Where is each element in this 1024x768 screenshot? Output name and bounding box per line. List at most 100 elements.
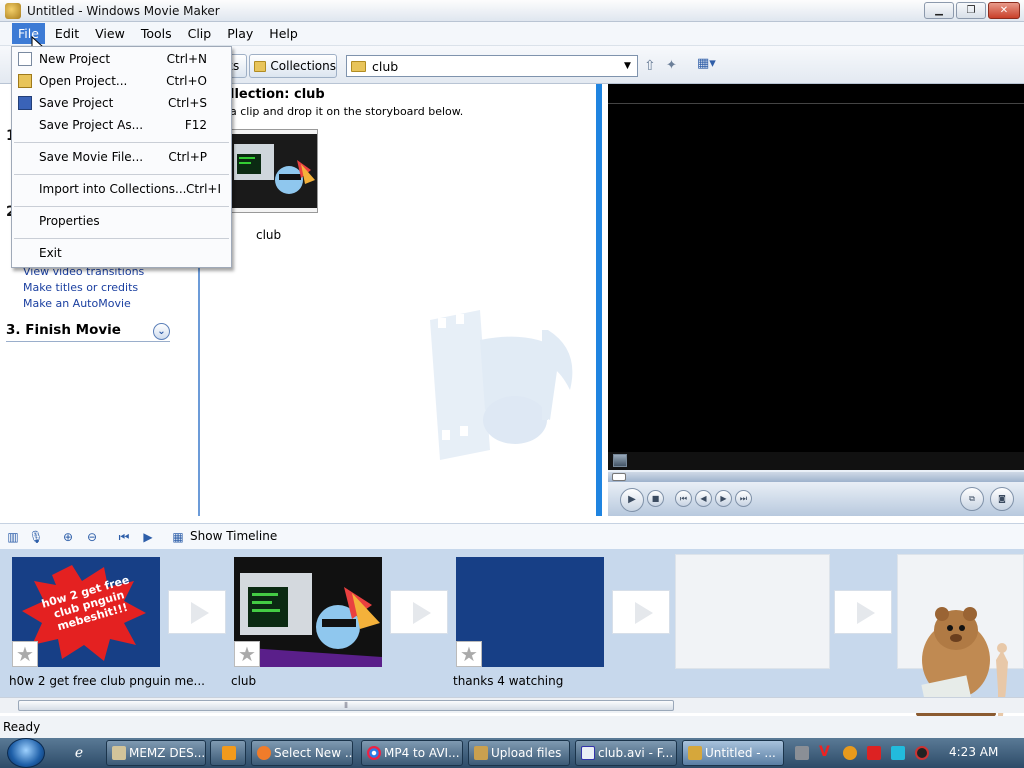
scrollbar-thumb[interactable]: ⦀ <box>18 700 674 711</box>
movie-maker-app-icon[interactable] <box>5 2 21 19</box>
taskbar-movie-maker-button[interactable]: Untitled - ... <box>682 740 784 766</box>
status-text: Ready <box>3 720 41 734</box>
views-menu-icon[interactable]: ▦▾ <box>697 56 725 74</box>
storyboard-clip[interactable]: ★ <box>234 557 382 667</box>
taskbar-mp4-to-avi-button[interactable]: MP4 to AVI... <box>361 740 463 766</box>
storyboard-clip[interactable]: h0w 2 get free club pnguin mebeshit!!! ★ <box>12 557 160 667</box>
taskbar-media-button[interactable] <box>210 740 246 766</box>
collection-title: llection: club <box>230 87 325 102</box>
storyboard-clip-label: h0w 2 get free club pnguin me... <box>9 674 205 688</box>
menu-item-exit[interactable]: Exit <box>12 242 231 264</box>
new-collection-folder-icon[interactable]: ✦ <box>666 58 682 74</box>
make-titles-link[interactable]: Make titles or credits <box>23 281 138 294</box>
menu-item-shortcut: Ctrl+O <box>166 74 207 88</box>
taskbar-upload-files-button[interactable]: Upload files <box>468 740 570 766</box>
next-frame-icon[interactable]: ⏭ <box>735 490 752 507</box>
expand-chevron-icon[interactable]: ⌄ <box>153 323 170 340</box>
preview-monitor: ▶ ■ ⏮ ◀ ▶ ⏭ ⧉ ◙ <box>608 84 1024 516</box>
maximize-button[interactable]: ❐ <box>956 2 986 19</box>
close-button[interactable]: ✕ <box>988 2 1020 19</box>
antivirus-v-icon[interactable]: V <box>819 744 833 760</box>
monitor-status-strip <box>608 452 1024 470</box>
collection-dropdown[interactable]: club ▼ <box>346 55 638 77</box>
up-one-level-icon[interactable]: ⇧ <box>644 58 660 74</box>
title-bar: Untitled - Windows Movie Maker ▁ ❐ ✕ <box>0 0 1024 22</box>
finish-movie-section[interactable]: 3. Finish Movie ⌄ <box>6 322 170 342</box>
windows-taskbar: ℯ MEMZ DES... Select New ... MP4 to AVI.… <box>0 738 1024 768</box>
network-icon[interactable] <box>891 746 905 760</box>
menu-item-label: Exit <box>39 246 62 260</box>
menu-item-save-project[interactable]: Save Project Ctrl+S <box>12 92 231 114</box>
transition-slot[interactable] <box>834 590 892 634</box>
storyboard-scrollbar[interactable]: ⦀ <box>0 697 1024 713</box>
menu-view[interactable]: View <box>89 23 131 44</box>
internet-explorer-icon[interactable]: ℯ <box>70 744 88 762</box>
transition-slot[interactable] <box>612 590 670 634</box>
media-player-icon <box>222 746 236 760</box>
collection-clip-label: club <box>256 228 282 242</box>
collection-clip-thumbnail[interactable] <box>230 129 318 213</box>
video-effects-star-icon[interactable]: ★ <box>12 641 38 667</box>
take-picture-icon[interactable]: ◙ <box>990 487 1014 511</box>
flag-icon[interactable] <box>867 746 881 760</box>
transition-slot[interactable] <box>390 590 448 634</box>
storyboard-clip[interactable]: ★ <box>456 557 604 667</box>
menu-item-save-movie-file[interactable]: Save Movie File... Ctrl+P <box>12 146 231 168</box>
seek-bar-thumb[interactable] <box>612 473 626 481</box>
clock[interactable]: 4:23 AM <box>949 745 998 759</box>
taskbar-button-label: club.avi - F... <box>598 746 674 760</box>
playback-controls: ▶ ■ ⏮ ◀ ▶ ⏭ ⧉ ◙ <box>608 482 1024 516</box>
narrate-microphone-icon[interactable]: 🎙 <box>28 529 44 545</box>
zoom-out-icon[interactable]: ⊖ <box>84 529 100 545</box>
chevron-down-icon[interactable]: ▼ <box>620 58 635 74</box>
menu-clip[interactable]: Clip <box>182 23 218 44</box>
menu-tools[interactable]: Tools <box>135 23 178 44</box>
step-forward-icon[interactable]: ▶ <box>715 490 732 507</box>
show-timeline-button[interactable]: Show Timeline <box>190 529 277 543</box>
menu-item-open-project[interactable]: Open Project... Ctrl+O <box>12 70 231 92</box>
stop-icon[interactable]: ■ <box>647 490 664 507</box>
menu-item-shortcut: Ctrl+N <box>166 52 207 66</box>
taskbar-memz-button[interactable]: MEMZ DES... <box>106 740 206 766</box>
menu-help[interactable]: Help <box>263 23 304 44</box>
previous-frame-icon[interactable]: ⏮ <box>675 490 692 507</box>
new-project-icon <box>18 52 32 66</box>
detach-monitor-icon[interactable] <box>613 454 627 467</box>
rewind-storyboard-icon[interactable]: ⏮ <box>116 529 132 545</box>
menu-separator <box>14 174 229 175</box>
collections-button[interactable]: Collections <box>249 54 337 78</box>
zoom-in-icon[interactable]: ⊕ <box>60 529 76 545</box>
play-icon[interactable]: ▶ <box>620 488 644 512</box>
menu-item-import-into-collections[interactable]: Import into Collections... Ctrl+I <box>12 178 231 200</box>
split-clip-icon[interactable]: ⧉ <box>960 487 984 511</box>
menu-edit[interactable]: Edit <box>49 23 85 44</box>
video-effects-star-icon[interactable]: ★ <box>234 641 260 667</box>
seek-bar[interactable] <box>608 472 1024 482</box>
menu-play[interactable]: Play <box>221 23 259 44</box>
minimize-button[interactable]: ▁ <box>924 2 954 19</box>
menu-item-new-project[interactable]: New Project Ctrl+N <box>12 48 231 70</box>
play-storyboard-icon[interactable]: ▶ <box>140 529 156 545</box>
step-back-icon[interactable]: ◀ <box>695 490 712 507</box>
taskbar-club-avi-button[interactable]: club.avi - F... <box>575 740 677 766</box>
make-automovie-link[interactable]: Make an AutoMovie <box>23 297 131 310</box>
storyboard-view-icon[interactable]: ▥ <box>5 529 21 545</box>
video-preview-screen[interactable] <box>608 104 1024 452</box>
video-effects-star-icon[interactable]: ★ <box>456 641 482 667</box>
collection-instructions: a clip and drop it on the storyboard bel… <box>230 105 464 118</box>
menu-item-shortcut: Ctrl+P <box>168 150 207 164</box>
taskbar-select-new-button[interactable]: Select New ... <box>251 740 353 766</box>
search-tool-icon[interactable] <box>843 746 857 760</box>
tray-app-icon[interactable] <box>795 746 809 760</box>
transition-slot[interactable] <box>168 590 226 634</box>
menu-item-save-project-as[interactable]: Save Project As... F12 <box>12 114 231 136</box>
menu-item-label: New Project <box>39 52 111 66</box>
start-button[interactable] <box>7 738 45 768</box>
volume-icon[interactable] <box>915 746 929 760</box>
empty-storyboard-slot[interactable] <box>675 554 830 669</box>
menu-item-label: Save Movie File... <box>39 150 144 164</box>
menu-item-properties[interactable]: Properties <box>12 210 231 232</box>
menu-item-label: Open Project... <box>39 74 128 88</box>
collection-folder-icon <box>351 60 366 72</box>
timeline-icon[interactable]: ▦ <box>170 529 186 545</box>
